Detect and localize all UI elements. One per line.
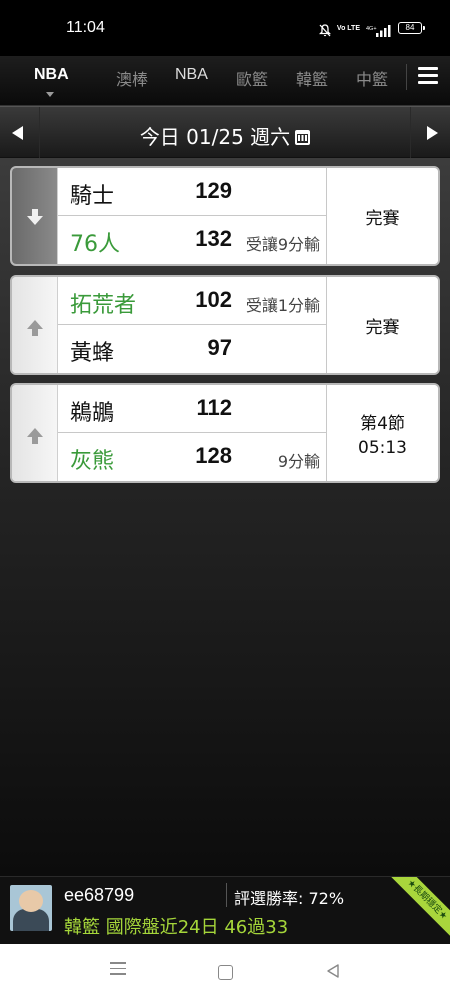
trend-cell [12,168,58,264]
tab-aus-baseball[interactable]: 澳棒 [116,66,148,90]
team-name: 黃蜂 [70,341,115,366]
team-name: 拓荒者 [70,293,137,318]
game-status-text: 完賽 [365,318,400,338]
team-score: 97 [207,335,232,360]
game-clock: 05:13 [358,438,407,458]
trend-cell [12,277,58,373]
tab-euro-basketball[interactable]: 歐籃 [236,66,268,90]
avatar[interactable] [10,885,52,931]
team-area: 騎士 129 76人 132 受讓9分輸 [58,168,326,264]
handicap-note: 受讓1分輸 [245,296,320,315]
game-card[interactable]: 騎士 129 76人 132 受讓9分輸 完賽 [10,166,440,266]
username: ee68799 [64,885,135,905]
hamburger-menu-icon[interactable] [418,67,438,85]
team-score: 112 [196,395,233,420]
team-name: 76人 [70,232,120,257]
game-card[interactable]: 鵜鶘 112 灰熊 128 9分輸 第4節 05:13 [10,383,440,483]
stability-ribbon-label: ★長期穩定★ [390,877,450,937]
league-tab-bar: NBA 澳棒 NBA 歐籃 韓籃 中籃 [0,56,450,106]
expert-user-panel[interactable]: ee68799 評選勝率: 72% 韓籃 國際盤近24日 46過33 ★長期穩定… [0,876,450,944]
team-area: 拓荒者 102 受讓1分輸 黃蜂 97 [58,277,326,373]
user-record: 韓籃 國際盤近24日 46過33 [64,917,289,938]
status-bar: 11:04 Vo LTE 4G+ 84 [0,0,450,56]
up-arrow-icon [27,428,43,444]
status-icons: Vo LTE 4G+ 84 [318,20,425,37]
tab-china-basketball[interactable]: 中籃 [356,66,388,90]
network-type: 4G+ [366,26,377,32]
selected-tab-caret-icon [46,92,54,97]
win-rate: 評選勝率: 72% [234,889,345,908]
date-selector[interactable]: 今日 01/25 週六 [40,121,410,150]
team-score: 128 [195,443,232,468]
team-score: 129 [195,178,232,203]
home-icon[interactable] [218,965,233,980]
game-status: 完賽 [326,168,438,264]
game-period: 第4節 [360,414,405,434]
team-score: 132 [195,226,232,251]
team-row-away: 騎士 129 [58,168,326,216]
team-name: 騎士 [70,184,115,209]
handicap-note: 9分輸 [277,452,320,471]
game-status: 第4節 05:13 [326,385,438,481]
calendar-icon[interactable] [295,130,311,145]
team-row-away: 鵜鶘 112 [58,385,326,433]
team-name: 鵜鶘 [70,401,115,426]
date-label: 今日 01/25 週六 [139,125,291,149]
game-card[interactable]: 拓荒者 102 受讓1分輸 黃蜂 97 完賽 [10,275,440,375]
team-area: 鵜鶘 112 灰熊 128 9分輸 [58,385,326,481]
team-row-away: 拓荒者 102 受讓1分輸 [58,277,326,325]
battery-icon: 84 [398,22,425,34]
tab-divider [406,64,407,90]
team-row-home: 灰熊 128 9分輸 [58,433,326,481]
signal-icon: 4G+ [366,22,392,37]
mute-icon [318,22,331,36]
volte-icon: Vo LTE [336,24,360,32]
handicap-note: 受讓9分輸 [245,235,320,254]
game-status-text: 完賽 [365,209,400,229]
down-arrow-icon [27,209,43,225]
trend-cell [12,385,58,481]
team-row-home: 黃蜂 97 [58,325,326,373]
previous-day-button[interactable] [0,107,40,159]
date-bar: 今日 01/25 週六 [0,106,450,159]
tab-nba[interactable]: NBA [175,66,208,84]
next-day-button[interactable] [410,107,450,159]
game-list: 騎士 129 76人 132 受讓9分輸 完賽 拓荒者 102 受讓1分輸 黃蜂… [0,158,450,876]
tab-korea-basketball[interactable]: 韓籃 [296,66,328,90]
panel-divider [226,883,227,907]
up-arrow-icon [27,320,43,336]
recent-apps-icon[interactable] [110,962,126,979]
stability-ribbon: ★長期穩定★ [390,877,450,937]
team-score: 102 [195,287,232,312]
tab-nba-selected[interactable]: NBA [34,66,69,84]
status-time: 11:04 [66,19,105,36]
system-nav-bar [0,944,450,1000]
team-name: 灰熊 [70,449,115,474]
game-status: 完賽 [326,277,438,373]
team-row-home: 76人 132 受讓9分輸 [58,216,326,264]
